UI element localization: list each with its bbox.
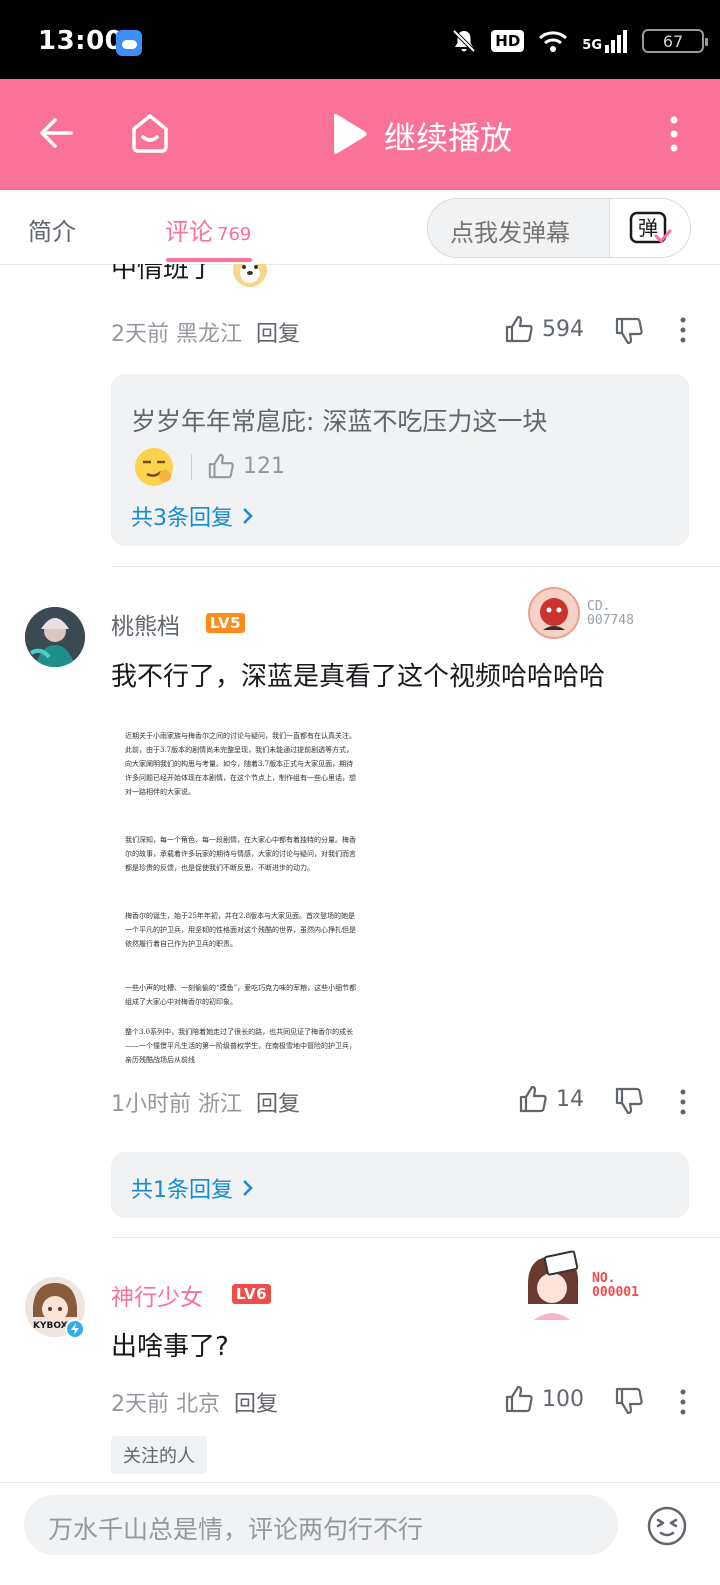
tab-comments-label: 评论 — [165, 218, 213, 246]
username[interactable]: 桃熊档 — [111, 607, 180, 641]
divider — [191, 454, 192, 480]
reply-like-button[interactable]: 121 — [207, 452, 285, 480]
network-type: 5G — [582, 38, 602, 53]
dog-emoji-icon — [233, 264, 268, 287]
verified-lightning-icon — [65, 1319, 85, 1339]
image-text: 梅香尔的诞生，始于25年年初，并在2.8版本与大家见面。首次登场的她是一个平凡的… — [125, 912, 356, 948]
more-vertical-icon[interactable] — [678, 1088, 688, 1116]
like-count: 594 — [542, 316, 584, 342]
level-badge: LV5 — [206, 613, 246, 633]
mute-bell-icon — [452, 29, 476, 53]
fan-badge-avatar — [528, 587, 580, 639]
replies-preview[interactable]: 共1条回复 — [111, 1152, 689, 1218]
danmaku-toggle-button[interactable]: 弹 — [609, 199, 690, 257]
comment-text: 中情班了 — [111, 264, 269, 289]
more-vertical-icon[interactable] — [678, 1388, 688, 1416]
chevron-right-icon — [243, 508, 253, 524]
chevron-right-icon — [243, 1180, 253, 1196]
avatar-image — [25, 607, 85, 667]
image-text: 整个3.0系列中，我们陪着她走过了很长的路，也共同见证了梅香尔的成长——一个憧憬… — [125, 1028, 356, 1064]
emoji-icon[interactable] — [646, 1505, 688, 1547]
thumbs-up-icon — [208, 453, 234, 479]
avatar[interactable] — [25, 607, 85, 667]
home-icon[interactable] — [130, 112, 170, 154]
back-arrow-icon[interactable] — [38, 115, 74, 151]
comment-image[interactable]: 近期关于小雨家族与梅香尔之间的讨论与疑问，我们一直都有在认真关注。此前，由于3.… — [111, 713, 371, 1068]
comment-meta: 2天前 北京 回复 — [111, 1392, 279, 1417]
weather-icon — [116, 30, 142, 56]
fan-badge-label: NO. — [592, 1271, 616, 1286]
danmaku-placeholder: 点我发弹幕 — [450, 219, 570, 247]
status-time: 13:00 — [38, 26, 124, 56]
like-button[interactable]: 100 — [504, 1384, 584, 1414]
replies-preview[interactable]: 岁岁年年常扈庇: 深蓝不吃压力这一块 121 共3条回复 — [111, 374, 689, 546]
comment-list: 中情班了 2天前 黑龙江 回复 594 岁岁年年常扈庇: 深蓝不吃压力这一块 12… — [0, 264, 720, 1482]
reply-button[interactable]: 回复 — [234, 1392, 278, 1417]
tab-bar: 简介 评论 769 点我发弹幕 弹 — [0, 190, 720, 265]
thumbs-up-icon — [505, 315, 533, 343]
hd-icon: HD — [491, 30, 525, 52]
reply-button[interactable]: 回复 — [256, 1092, 300, 1117]
active-tab-indicator — [166, 258, 252, 262]
reply-like-count: 121 — [243, 453, 285, 479]
thumbs-down-icon[interactable] — [614, 1086, 644, 1116]
comment-meta: 2天前 黑龙江 回复 — [111, 322, 301, 347]
play-icon[interactable] — [328, 112, 368, 156]
avatar-text: KYBOX — [33, 1321, 68, 1331]
comment-input-bar: 万水千山总是情，评论两句行不行 — [0, 1482, 720, 1585]
image-text: 我们深知，每一个角色、每一段剧情，在大家心中都有着独特的分量。梅香尔的故事，承载… — [125, 836, 356, 872]
image-text: 一些小声的吐槽、一刻偷偷的“摸鱼”，爱吃巧克力味的军粮，这些小细节都组成了大家心… — [125, 984, 357, 1006]
like-count: 14 — [556, 1086, 584, 1112]
comment-text: 出啥事了? — [111, 1332, 229, 1362]
danmaku-input[interactable]: 点我发弹幕 弹 — [427, 198, 691, 258]
level-badge: LV6 — [232, 1284, 272, 1304]
reply-preview-text: 岁岁年年常扈庇: 深蓝不吃压力这一块 — [131, 407, 548, 436]
fan-badge-label: CD. — [587, 599, 611, 614]
wifi-icon — [539, 31, 568, 52]
like-button[interactable]: 594 — [504, 314, 584, 344]
reply-button[interactable]: 回复 — [256, 322, 300, 347]
comment-divider — [111, 1237, 720, 1238]
status-bar: 13:00 HD 5G 67 — [0, 0, 720, 79]
tab-comments[interactable]: 评论 769 — [165, 212, 251, 247]
following-tag: 关注的人 — [111, 1436, 207, 1474]
comment-text: 我不行了，深蓝是真看了这个视频哈哈哈哈 — [111, 662, 606, 692]
signal-icon — [605, 30, 627, 53]
comment-input[interactable]: 万水千山总是情，评论两句行不行 — [24, 1495, 618, 1555]
more-vertical-icon[interactable] — [667, 115, 681, 153]
status-icons: HD 5G 67 — [451, 24, 708, 58]
smirk-emoji-icon — [135, 448, 173, 486]
thumbs-down-icon[interactable] — [614, 1386, 644, 1416]
avatar[interactable]: KYBOX — [25, 1277, 85, 1339]
comment-input-placeholder: 万水千山总是情，评论两句行不行 — [48, 1515, 424, 1544]
fan-badge: CD. 007748 — [527, 586, 634, 644]
thumbs-up-icon — [505, 1385, 533, 1413]
tab-intro[interactable]: 简介 — [28, 212, 76, 247]
like-count: 100 — [542, 1386, 584, 1412]
continue-play-label[interactable]: 继续播放 — [384, 113, 512, 159]
top-nav-bar: 继续播放 — [0, 79, 720, 190]
thumbs-up-icon — [519, 1085, 547, 1113]
fan-badge-number: 000001 — [592, 1285, 639, 1300]
comment-divider — [111, 566, 720, 567]
more-vertical-icon[interactable] — [678, 316, 688, 344]
danmaku-icon: 弹 — [629, 211, 672, 244]
comment-count: 769 — [217, 224, 252, 245]
username[interactable]: 神行少女 — [111, 1278, 203, 1312]
view-replies-link[interactable]: 共1条回复 — [131, 1172, 255, 1204]
fan-badge-number: 007748 — [587, 613, 634, 628]
like-button[interactable]: 14 — [518, 1084, 584, 1114]
battery-icon: 67 — [642, 29, 708, 53]
image-text: 近期关于小雨家族与梅香尔之间的讨论与疑问，我们一直都有在认真关注。此前，由于3.… — [125, 732, 356, 796]
view-replies-link[interactable]: 共3条回复 — [131, 500, 255, 532]
comment-meta: 1小时前 浙江 回复 — [111, 1092, 301, 1117]
fan-badge: NO. 000001 — [518, 1250, 639, 1324]
fan-badge-avatar — [528, 1250, 579, 1320]
thumbs-down-icon[interactable] — [614, 316, 644, 346]
